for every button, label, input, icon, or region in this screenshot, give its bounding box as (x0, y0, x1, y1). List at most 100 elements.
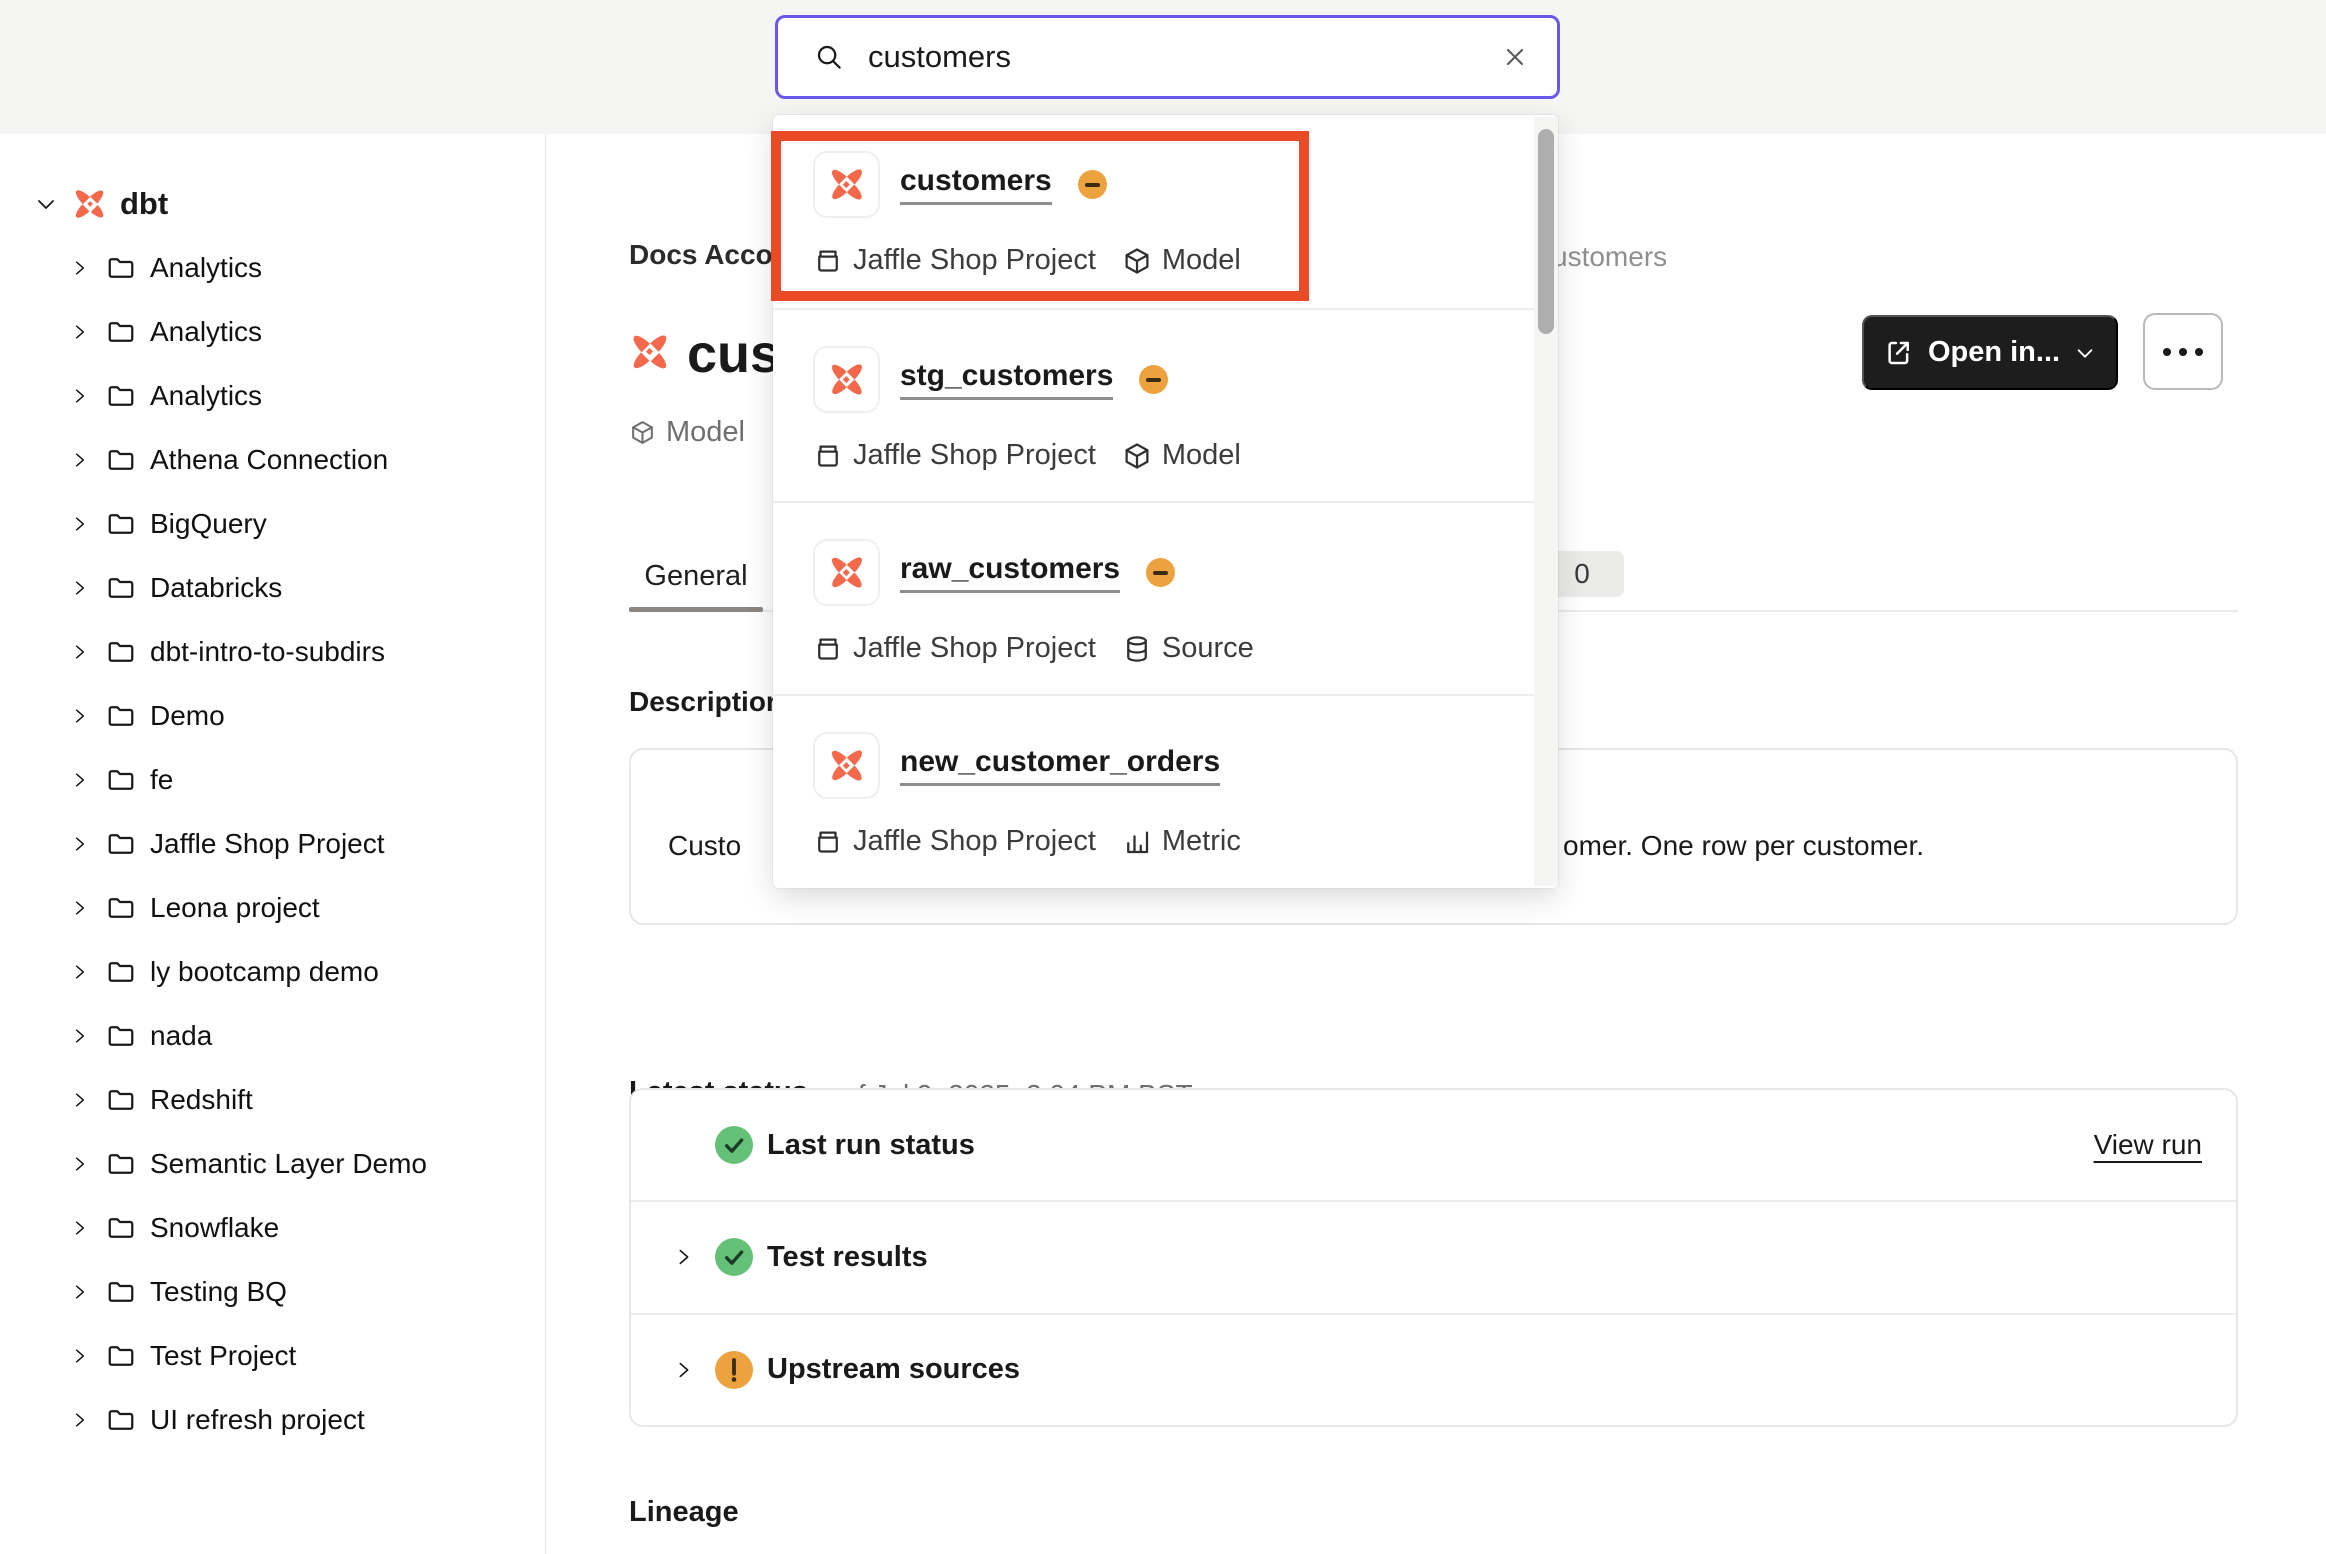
sidebar-item-analytics-3[interactable]: Analytics (0, 364, 545, 428)
folder-icon (106, 1213, 136, 1243)
dbt-logo-icon (828, 166, 866, 204)
sidebar-item-ui-refresh-project[interactable]: UI refresh project (0, 1388, 545, 1452)
resource-type-label: Model (666, 416, 745, 449)
dropdown-scrollbar-thumb[interactable] (1538, 129, 1554, 334)
chevron-right-icon[interactable] (70, 962, 90, 982)
search-result-customers[interactable]: customers Jaffle Shop Project Model (773, 115, 1558, 308)
folder-icon (106, 637, 136, 667)
sidebar-root-label: dbt (120, 186, 168, 222)
cube-icon (629, 419, 656, 446)
tab-general[interactable]: General (629, 546, 763, 606)
chevron-right-icon[interactable] (70, 1410, 90, 1430)
search-input[interactable] (868, 39, 1501, 75)
sidebar-item-label: Demo (150, 700, 225, 732)
sidebar-item-label: Jaffle Shop Project (150, 828, 385, 860)
chevron-down-icon[interactable] (34, 192, 58, 216)
chevron-right-icon[interactable] (70, 450, 90, 470)
sidebar-item-test-project[interactable]: Test Project (0, 1324, 545, 1388)
folder-icon (106, 957, 136, 987)
sidebar-item-analytics-2[interactable]: Analytics (0, 300, 545, 364)
description-heading: Description (629, 686, 783, 718)
chevron-right-icon[interactable] (70, 706, 90, 726)
sidebar-item-label: UI refresh project (150, 1404, 365, 1436)
cube-icon (1122, 441, 1152, 471)
folder-icon (106, 253, 136, 283)
lineage-heading: Lineage (629, 1496, 739, 1529)
result-project: Jaffle Shop Project (853, 244, 1096, 277)
sidebar-item-testing-bq[interactable]: Testing BQ (0, 1260, 545, 1324)
sidebar-item-label: fe (150, 764, 173, 796)
chevron-right-icon[interactable] (70, 1346, 90, 1366)
chevron-right-icon[interactable] (70, 834, 90, 854)
search-result-raw-customers[interactable]: raw_customers Jaffle Shop Project Source (773, 501, 1558, 694)
result-type: Model (1162, 439, 1241, 472)
project-box-icon (813, 827, 843, 857)
result-name[interactable]: new_customer_orders (900, 745, 1220, 786)
chevron-right-icon[interactable] (70, 322, 90, 342)
search-result-stg-customers[interactable]: stg_customers Jaffle Shop Project Model (773, 308, 1558, 501)
chevron-right-icon[interactable] (673, 1359, 695, 1381)
sidebar-item-nada[interactable]: nada (0, 1004, 545, 1068)
more-actions-button[interactable] (2143, 313, 2223, 390)
sidebar-item-label: Athena Connection (150, 444, 388, 476)
sidebar-item-bigquery[interactable]: BigQuery (0, 492, 545, 556)
sidebar-item-analytics-1[interactable]: Analytics (0, 236, 545, 300)
sidebar-item-semantic-layer-demo[interactable]: Semantic Layer Demo (0, 1132, 545, 1196)
dropdown-scrollbar-track[interactable] (1534, 117, 1558, 886)
sidebar-item-athena-connection[interactable]: Athena Connection (0, 428, 545, 492)
sidebar-item-dbt-intro-to-subdirs[interactable]: dbt-intro-to-subdirs (0, 620, 545, 684)
breadcrumb[interactable]: Docs Acco (629, 239, 773, 271)
sidebar-item-fe[interactable]: fe (0, 748, 545, 812)
search-result-new-customer-orders[interactable]: new_customer_orders Jaffle Shop Project … (773, 694, 1558, 887)
folder-icon (106, 1149, 136, 1179)
chevron-right-icon[interactable] (70, 1282, 90, 1302)
sidebar-item-label: ly bootcamp demo (150, 956, 379, 988)
sidebar-item-ly-bootcamp-demo[interactable]: ly bootcamp demo (0, 940, 545, 1004)
result-icon-tile (813, 539, 880, 606)
chevron-right-icon[interactable] (673, 1246, 695, 1268)
view-run-link[interactable]: View run (2094, 1129, 2202, 1161)
success-check-icon (715, 1238, 753, 1276)
chevron-right-icon[interactable] (70, 1090, 90, 1110)
result-icon-tile (813, 732, 880, 799)
chevron-right-icon[interactable] (70, 386, 90, 406)
result-name[interactable]: stg_customers (900, 359, 1113, 400)
result-name[interactable]: raw_customers (900, 552, 1120, 593)
open-in-button[interactable]: Open in... (1862, 315, 2118, 390)
clear-search-button[interactable] (1501, 43, 1529, 71)
chevron-right-icon[interactable] (70, 1154, 90, 1174)
chevron-right-icon[interactable] (70, 898, 90, 918)
chevron-right-icon[interactable] (70, 258, 90, 278)
status-row-test-results[interactable]: Test results (631, 1200, 2236, 1312)
chevron-right-icon[interactable] (70, 770, 90, 790)
chevron-right-icon[interactable] (70, 642, 90, 662)
sidebar-item-redshift[interactable]: Redshift (0, 1068, 545, 1132)
chevron-right-icon[interactable] (70, 514, 90, 534)
result-project: Jaffle Shop Project (853, 439, 1096, 472)
chevron-right-icon[interactable] (70, 578, 90, 598)
project-box-icon (813, 634, 843, 664)
sidebar-root-dbt[interactable]: dbt (0, 172, 545, 236)
sidebar-item-label: Semantic Layer Demo (150, 1148, 427, 1180)
sidebar-item-databricks[interactable]: Databricks (0, 556, 545, 620)
success-check-icon (715, 1126, 753, 1164)
sidebar-item-label: Snowflake (150, 1212, 279, 1244)
folder-icon (106, 445, 136, 475)
dbt-logo-icon (629, 331, 671, 373)
description-text-fragment-left: Custo (668, 830, 741, 862)
status-row-last-run: Last run status View run (631, 1090, 2236, 1200)
sidebar-item-label: Leona project (150, 892, 320, 924)
sidebar-item-demo[interactable]: Demo (0, 684, 545, 748)
result-project: Jaffle Shop Project (853, 825, 1096, 858)
chevron-right-icon[interactable] (70, 1218, 90, 1238)
sidebar-item-snowflake[interactable]: Snowflake (0, 1196, 545, 1260)
sidebar-item-leona-project[interactable]: Leona project (0, 876, 545, 940)
sidebar-item-label: Analytics (150, 380, 262, 412)
database-icon (1122, 634, 1152, 664)
sidebar-item-label: BigQuery (150, 508, 267, 540)
result-name[interactable]: customers (900, 164, 1052, 205)
chevron-right-icon[interactable] (70, 1026, 90, 1046)
sidebar-item-jaffle-shop-project[interactable]: Jaffle Shop Project (0, 812, 545, 876)
status-row-upstream-sources[interactable]: Upstream sources (631, 1313, 2236, 1425)
folder-icon (106, 509, 136, 539)
